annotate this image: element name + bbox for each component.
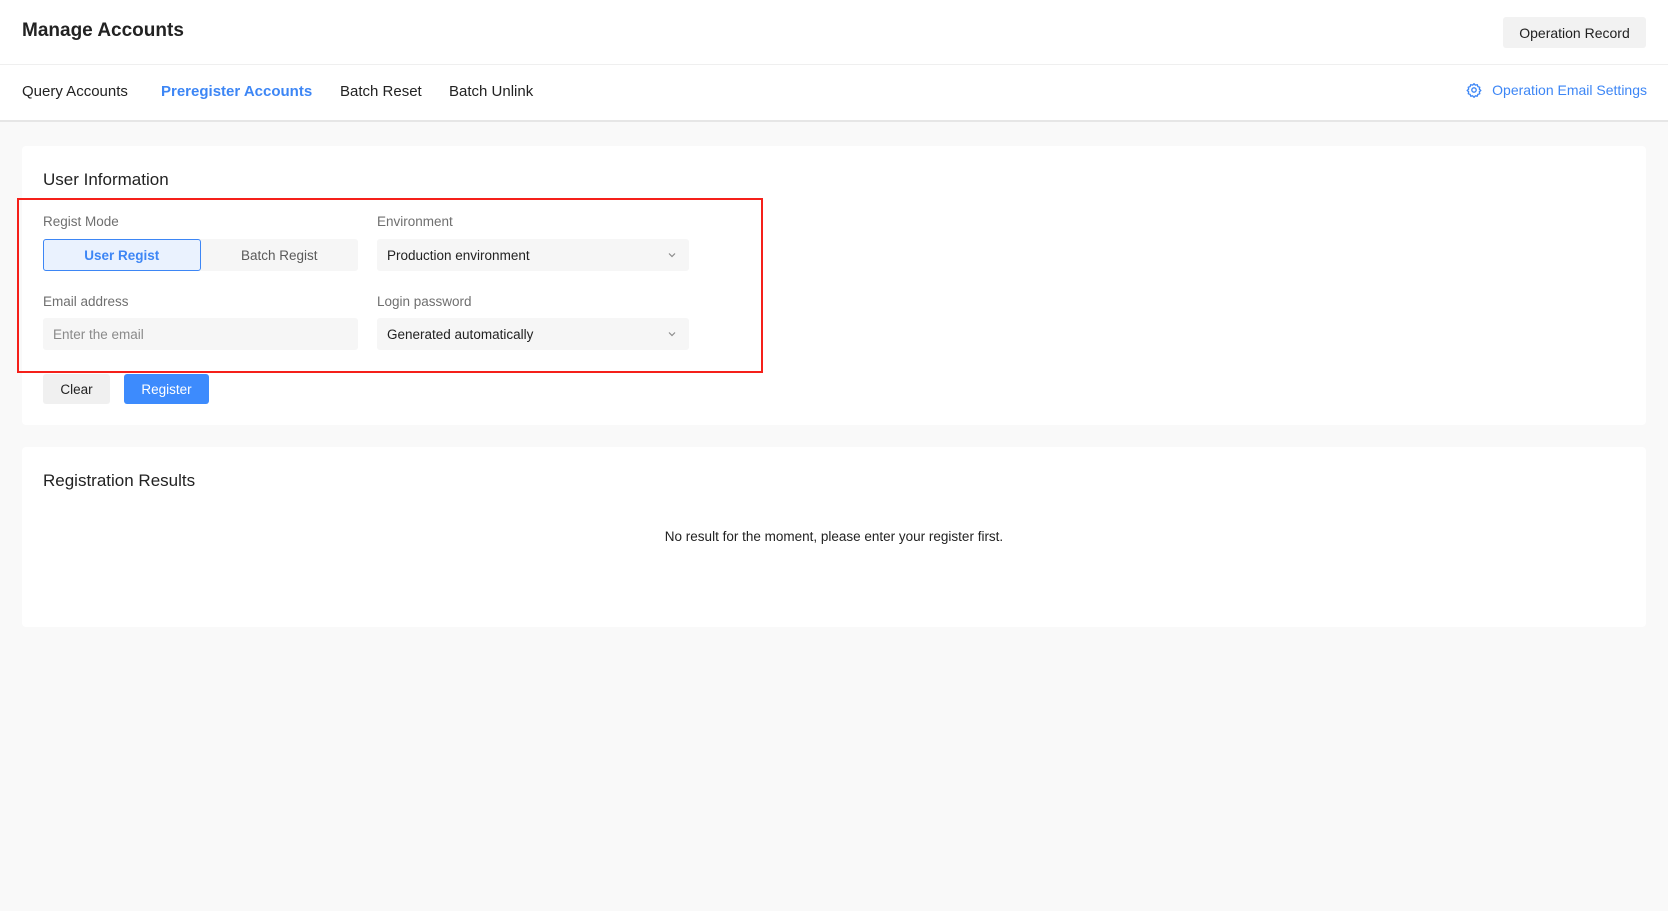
user-information-card: User Information [22, 146, 1646, 425]
operation-record-button[interactable]: Operation Record [1503, 17, 1646, 48]
tab-query-accounts[interactable]: Query Accounts [22, 83, 128, 100]
gear-icon [1466, 83, 1482, 98]
login-password-select[interactable]: Generated automatically [377, 318, 689, 350]
tab-bar: Query Accounts Preregister Accounts Batc… [0, 65, 1668, 122]
login-password-value: Generated automatically [387, 326, 534, 342]
chevron-down-icon [668, 253, 676, 258]
user-regist-option[interactable]: User Regist [43, 239, 201, 271]
operation-email-settings-link[interactable]: Operation Email Settings [1466, 82, 1647, 98]
registration-results-card: Registration Results No result for the m… [22, 447, 1646, 627]
registration-results-title: Registration Results [43, 471, 196, 490]
empty-results-message: No result for the moment, please enter y… [664, 529, 1004, 544]
email-address-label: Email address [43, 294, 129, 309]
clear-button[interactable]: Clear [43, 374, 110, 404]
tab-batch-reset[interactable]: Batch Reset [340, 83, 422, 100]
environment-label: Environment [377, 214, 453, 229]
tab-preregister-accounts[interactable]: Preregister Accounts [161, 83, 312, 100]
email-input[interactable] [43, 318, 358, 350]
environment-value: Production environment [387, 247, 530, 263]
operation-email-settings-label: Operation Email Settings [1492, 82, 1647, 98]
regist-mode-label: Regist Mode [43, 214, 119, 229]
login-password-label: Login password [377, 294, 472, 309]
batch-regist-option[interactable]: Batch Regist [201, 239, 359, 271]
register-button[interactable]: Register [124, 374, 209, 404]
top-bar: Manage Accounts Operation Record [0, 0, 1668, 65]
tab-batch-unlink[interactable]: Batch Unlink [449, 83, 533, 100]
chevron-down-icon [668, 332, 676, 337]
user-information-title: User Information [43, 170, 169, 189]
page-title: Manage Accounts [22, 20, 184, 41]
environment-select[interactable]: Production environment [377, 239, 689, 271]
regist-mode-toggle: User Regist Batch Regist [43, 239, 358, 271]
